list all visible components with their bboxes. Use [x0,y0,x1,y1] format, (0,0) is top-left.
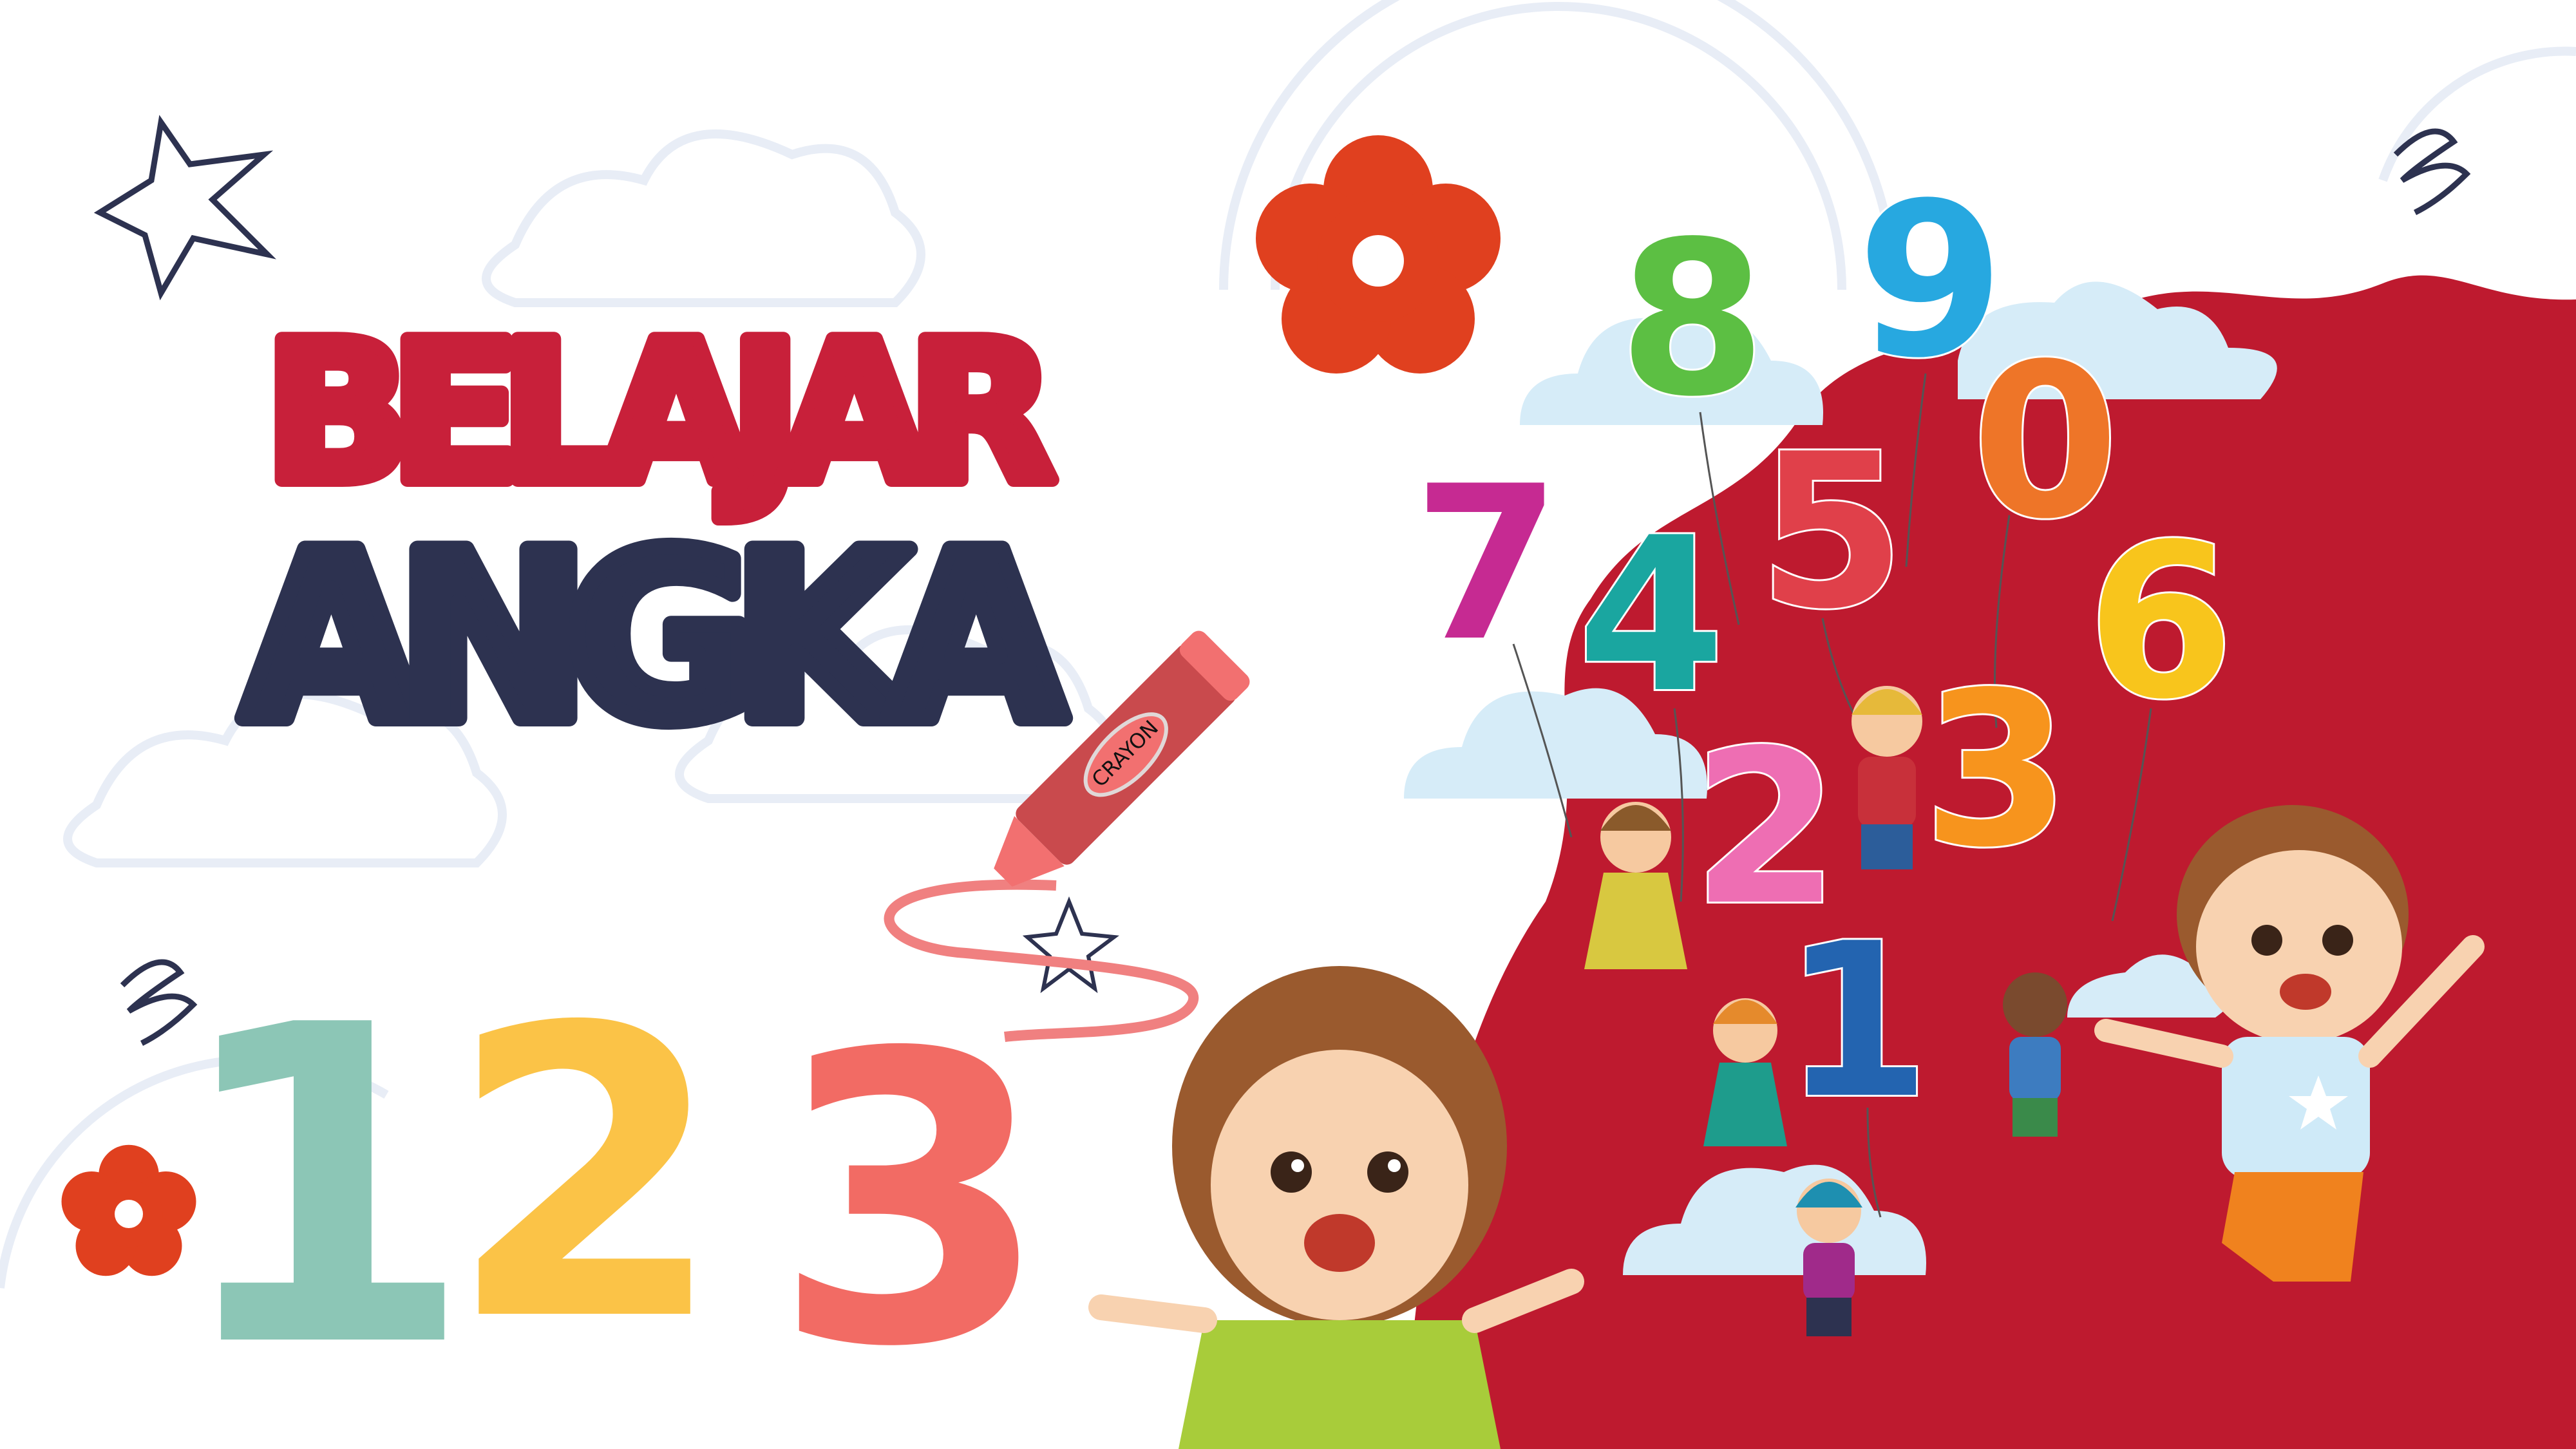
kid-figure [1852,686,1922,869]
balloon-6: 6 [2087,498,2235,746]
kid-figure [2003,972,2067,1137]
balloon-1: 1 [1783,898,1931,1145]
flower-icon [1256,135,1501,374]
title-line-2: ANGKA [242,503,1068,773]
balloon-5: 5 [1757,408,1906,656]
slide-canvas: BELAJAR ANGKA CRAYON 1 2 3 8 9 7 4 5 0 6… [0,0,2576,1449]
balloon-3: 3 [1922,647,2070,894]
star-outline-icon [93,115,277,301]
balloon-8: 8 [1618,196,1766,443]
balloon-4: 4 [1577,492,1725,739]
squiggle-icon [2393,128,2471,216]
title-line-1: BELAJAR [264,301,1056,526]
big-number-1: 1 [169,934,474,1443]
balloon-7: 7 [1413,440,1561,688]
big-number-2: 2 [447,944,724,1408]
big-number-3: 3 [772,970,1050,1434]
